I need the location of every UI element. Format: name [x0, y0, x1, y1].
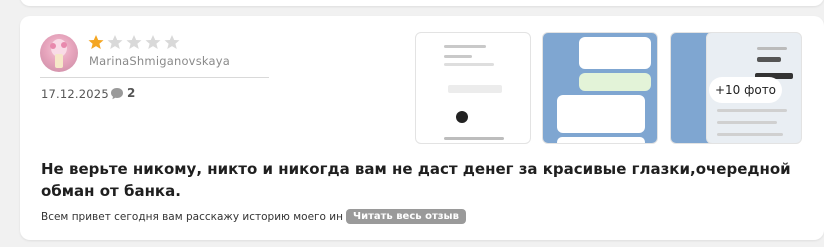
star-icon [126, 35, 142, 49]
comments-count[interactable]: 2 [110, 86, 135, 100]
review-preview: Всем привет сегодня вам расскажу историю… [41, 209, 466, 224]
avatar[interactable] [40, 34, 78, 72]
review-photo-1[interactable] [415, 32, 531, 144]
review-date: 17.12.2025 [41, 87, 109, 101]
star-icon [88, 35, 104, 49]
star-icon [145, 35, 161, 49]
review-card: MarinaShmiganovskaya 17.12.2025 2 +10 фо… [20, 16, 824, 240]
preview-text: Всем привет сегодня вам расскажу историю… [41, 210, 343, 223]
rating-stars [88, 34, 184, 52]
read-more-button[interactable]: Читать весь отзыв [346, 209, 466, 224]
more-photos-button[interactable]: +10 фото [709, 77, 782, 103]
star-icon [164, 35, 180, 49]
review-headline[interactable]: Не верьте никому, никто и никогда вам не… [41, 158, 801, 202]
star-icon [107, 35, 123, 49]
comments-count-value: 2 [127, 86, 136, 100]
username[interactable]: MarinaShmiganovskaya [89, 54, 230, 68]
review-photo-2[interactable] [542, 32, 658, 144]
comment-icon [111, 87, 123, 99]
divider [40, 77, 269, 78]
previous-review-card [20, 0, 824, 6]
